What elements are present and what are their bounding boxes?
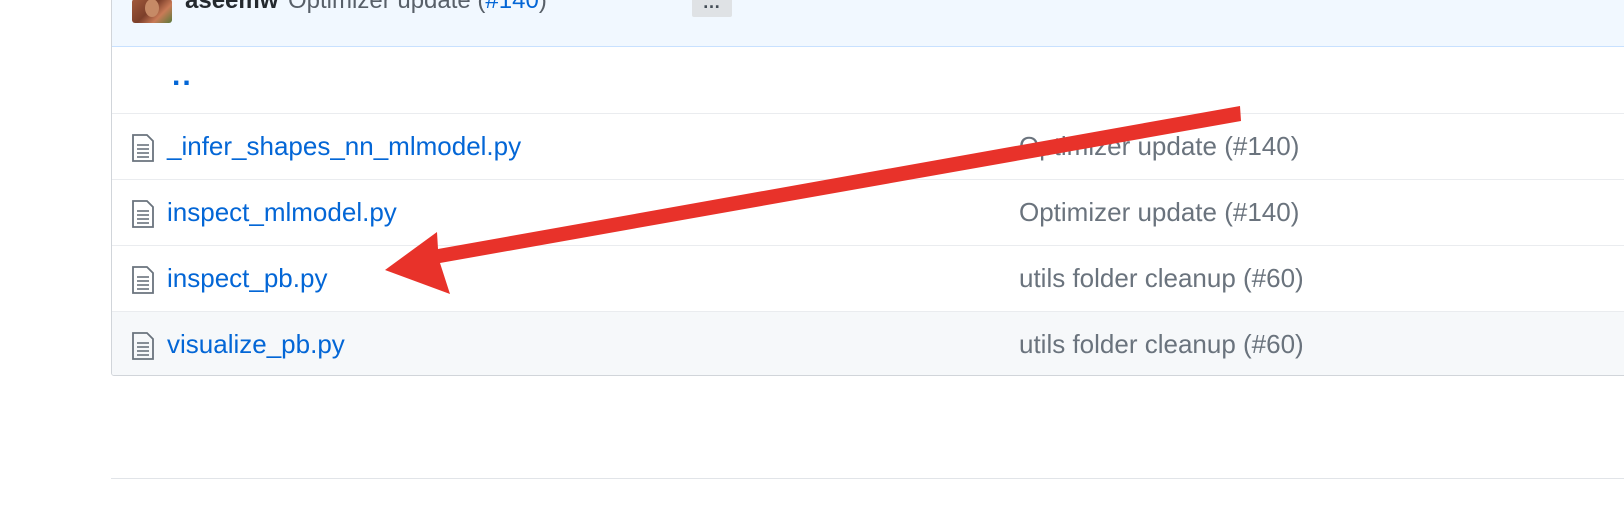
file-commit-message[interactable]: utils folder cleanup (#60) [1019,262,1304,294]
file-commit-message[interactable]: Optimizer update (#140) [1019,130,1299,162]
parent-directory-link[interactable]: .. [172,59,193,93]
avatar-face [145,0,159,17]
file-icon [132,134,154,162]
expand-commit-button[interactable]: … [692,0,732,17]
file-commit-message[interactable]: Optimizer update (#140) [1019,196,1299,228]
commit-author[interactable]: aseemw [185,0,278,16]
avatar[interactable] [132,0,172,23]
file-commit-message[interactable]: utils folder cleanup (#60) [1019,328,1304,360]
file-name-link[interactable]: _infer_shapes_nn_mlmodel.py [167,130,521,162]
latest-commit-bar: aseemw Optimizer update (#140) … [112,0,1624,47]
file-name-link[interactable]: visualize_pb.py [167,328,345,360]
file-browser: aseemw Optimizer update (#140) … .. _inf… [111,0,1624,376]
table-row: visualize_pb.py utils folder cleanup (#6… [112,311,1624,375]
file-icon [132,266,154,294]
table-row: inspect_pb.py utils folder cleanup (#60) [112,245,1624,311]
file-name-link[interactable]: inspect_mlmodel.py [167,196,397,228]
commit-message-suffix: ) [538,0,547,14]
file-icon [132,200,154,228]
page: aseemw Optimizer update (#140) … .. _inf… [0,0,1624,520]
commit-pr-link[interactable]: #140 [485,0,538,14]
parent-directory-row[interactable]: .. [112,47,1624,113]
commit-message-prefix: Optimizer update ( [288,0,486,14]
table-row: _infer_shapes_nn_mlmodel.py Optimizer up… [112,113,1624,179]
file-icon [132,332,154,360]
commit-message[interactable]: Optimizer update (#140) [288,0,547,16]
table-row: inspect_mlmodel.py Optimizer update (#14… [112,179,1624,245]
section-divider [111,478,1624,479]
file-name-link[interactable]: inspect_pb.py [167,262,327,294]
